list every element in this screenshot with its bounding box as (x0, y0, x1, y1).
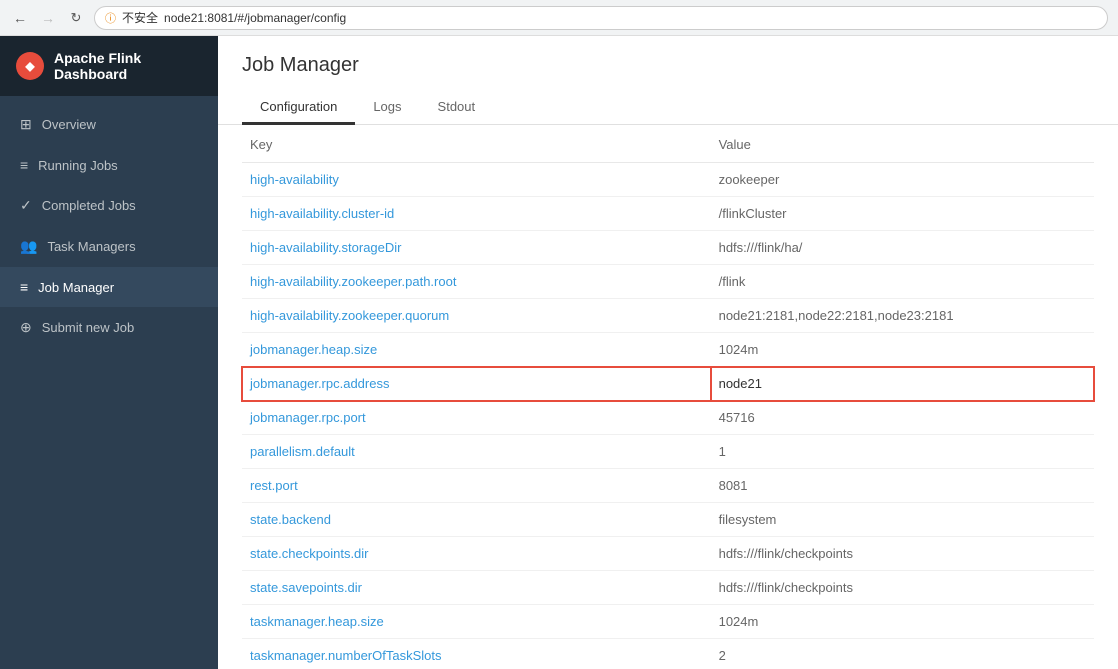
nav-icon-running-jobs: ≡ (20, 157, 28, 173)
sidebar-item-completed-jobs[interactable]: ✓ Completed Jobs (0, 185, 218, 226)
value-cell: filesystem (711, 503, 1094, 537)
key-cell: high-availability.cluster-id (242, 197, 711, 231)
nav-label-job-manager: Job Manager (38, 280, 114, 295)
table-row: high-availability.zookeeper.path.root /f… (242, 265, 1094, 299)
config-table: Key Value high-availability zookeeper hi… (242, 125, 1094, 669)
table-row: state.savepoints.dir hdfs:///flink/check… (242, 571, 1094, 605)
value-cell: node21:2181,node22:2181,node23:2181 (711, 299, 1094, 333)
key-cell: parallelism.default (242, 435, 711, 469)
sidebar: ◆ Apache Flink Dashboard ⊞ Overview ≡ Runni… (0, 36, 218, 669)
tab-logs[interactable]: Logs (355, 91, 419, 125)
nav-icon-overview: ⊞ (20, 116, 32, 133)
logo-text: ◆ (25, 59, 34, 73)
sidebar-item-overview[interactable]: ⊞ Overview (0, 104, 218, 145)
col-value-header: Value (711, 125, 1094, 163)
nav-label-submit-new-job: Submit new Job (42, 320, 135, 335)
table-row: high-availability.storageDir hdfs:///fli… (242, 231, 1094, 265)
main-content: Job Manager ConfigurationLogsStdout Key … (218, 36, 1118, 669)
table-row: jobmanager.rpc.port 45716 (242, 401, 1094, 435)
table-row: rest.port 8081 (242, 469, 1094, 503)
nav-label-running-jobs: Running Jobs (38, 158, 118, 173)
table-row: jobmanager.heap.size 1024m (242, 333, 1094, 367)
key-cell: taskmanager.numberOfTaskSlots (242, 639, 711, 669)
key-cell: jobmanager.rpc.address (242, 367, 711, 401)
page-title: Job Manager (242, 54, 1094, 77)
value-cell: node21 (711, 367, 1094, 401)
nav-icon-completed-jobs: ✓ (20, 197, 32, 214)
table-row: taskmanager.heap.size 1024m (242, 605, 1094, 639)
key-cell: jobmanager.heap.size (242, 333, 711, 367)
address-bar[interactable]: ⓘ 不安全 node21:8081/#/jobmanager/config (94, 6, 1108, 30)
nav-icon-submit-new-job: ⊕ (20, 319, 32, 336)
table-row: taskmanager.numberOfTaskSlots 2 (242, 639, 1094, 669)
sidebar-item-task-managers[interactable]: 👥 Task Managers (0, 226, 218, 267)
value-cell: 1 (711, 435, 1094, 469)
table-row: high-availability zookeeper (242, 163, 1094, 197)
sidebar-item-running-jobs[interactable]: ≡ Running Jobs (0, 145, 218, 185)
nav-icon-job-manager: ≡ (20, 279, 28, 295)
key-cell: taskmanager.heap.size (242, 605, 711, 639)
sidebar-item-job-manager[interactable]: ≡ Job Manager (0, 267, 218, 307)
key-cell: state.backend (242, 503, 711, 537)
key-cell: rest.port (242, 469, 711, 503)
table-row: high-availability.cluster-id /flinkClust… (242, 197, 1094, 231)
forward-button[interactable]: → (38, 8, 58, 28)
reload-button[interactable]: ↻ (66, 8, 86, 28)
value-cell: 8081 (711, 469, 1094, 503)
key-cell: high-availability (242, 163, 711, 197)
value-cell: hdfs:///flink/checkpoints (711, 537, 1094, 571)
table-row: state.backend filesystem (242, 503, 1094, 537)
key-cell: state.checkpoints.dir (242, 537, 711, 571)
sidebar-nav: ⊞ Overview ≡ Running Jobs ✓ Completed Jobs 👥 Ta… (0, 104, 218, 348)
tab-configuration[interactable]: Configuration (242, 91, 355, 125)
value-cell: /flinkCluster (711, 197, 1094, 231)
url-text: node21:8081/#/jobmanager/config (164, 11, 346, 25)
table-row: state.checkpoints.dir hdfs:///flink/chec… (242, 537, 1094, 571)
value-cell: 2 (711, 639, 1094, 669)
key-cell: high-availability.zookeeper.quorum (242, 299, 711, 333)
tabs: ConfigurationLogsStdout (242, 91, 1094, 124)
back-button[interactable]: ← (10, 8, 30, 28)
key-cell: high-availability.zookeeper.path.root (242, 265, 711, 299)
security-icon: ⓘ (105, 10, 116, 26)
value-cell: /flink (711, 265, 1094, 299)
table-body: high-availability zookeeper high-availab… (242, 163, 1094, 669)
value-cell: hdfs:///flink/checkpoints (711, 571, 1094, 605)
tab-stdout[interactable]: Stdout (420, 91, 494, 125)
sidebar-header: ◆ Apache Flink Dashboard (0, 36, 218, 96)
key-cell: state.savepoints.dir (242, 571, 711, 605)
table-row: jobmanager.rpc.address node21 (242, 367, 1094, 401)
table-row: parallelism.default 1 (242, 435, 1094, 469)
key-cell: high-availability.storageDir (242, 231, 711, 265)
page-header: Job Manager ConfigurationLogsStdout (218, 36, 1118, 125)
sidebar-title: Apache Flink Dashboard (54, 50, 202, 82)
nav-icon-task-managers: 👥 (20, 238, 37, 255)
nav-label-completed-jobs: Completed Jobs (42, 198, 136, 213)
value-cell: zookeeper (711, 163, 1094, 197)
value-cell: 1024m (711, 605, 1094, 639)
table-container: Key Value high-availability zookeeper hi… (218, 125, 1118, 669)
security-label: 不安全 (122, 9, 158, 26)
sidebar-item-submit-new-job[interactable]: ⊕ Submit new Job (0, 307, 218, 348)
table-row: high-availability.zookeeper.quorum node2… (242, 299, 1094, 333)
nav-label-task-managers: Task Managers (47, 239, 135, 254)
value-cell: 1024m (711, 333, 1094, 367)
app: ◆ Apache Flink Dashboard ⊞ Overview ≡ Runni… (0, 36, 1118, 669)
key-cell: jobmanager.rpc.port (242, 401, 711, 435)
sidebar-logo: ◆ (16, 52, 44, 80)
browser-bar: ← → ↻ ⓘ 不安全 node21:8081/#/jobmanager/con… (0, 0, 1118, 36)
col-key-header: Key (242, 125, 711, 163)
value-cell: hdfs:///flink/ha/ (711, 231, 1094, 265)
value-cell: 45716 (711, 401, 1094, 435)
nav-label-overview: Overview (42, 117, 96, 132)
